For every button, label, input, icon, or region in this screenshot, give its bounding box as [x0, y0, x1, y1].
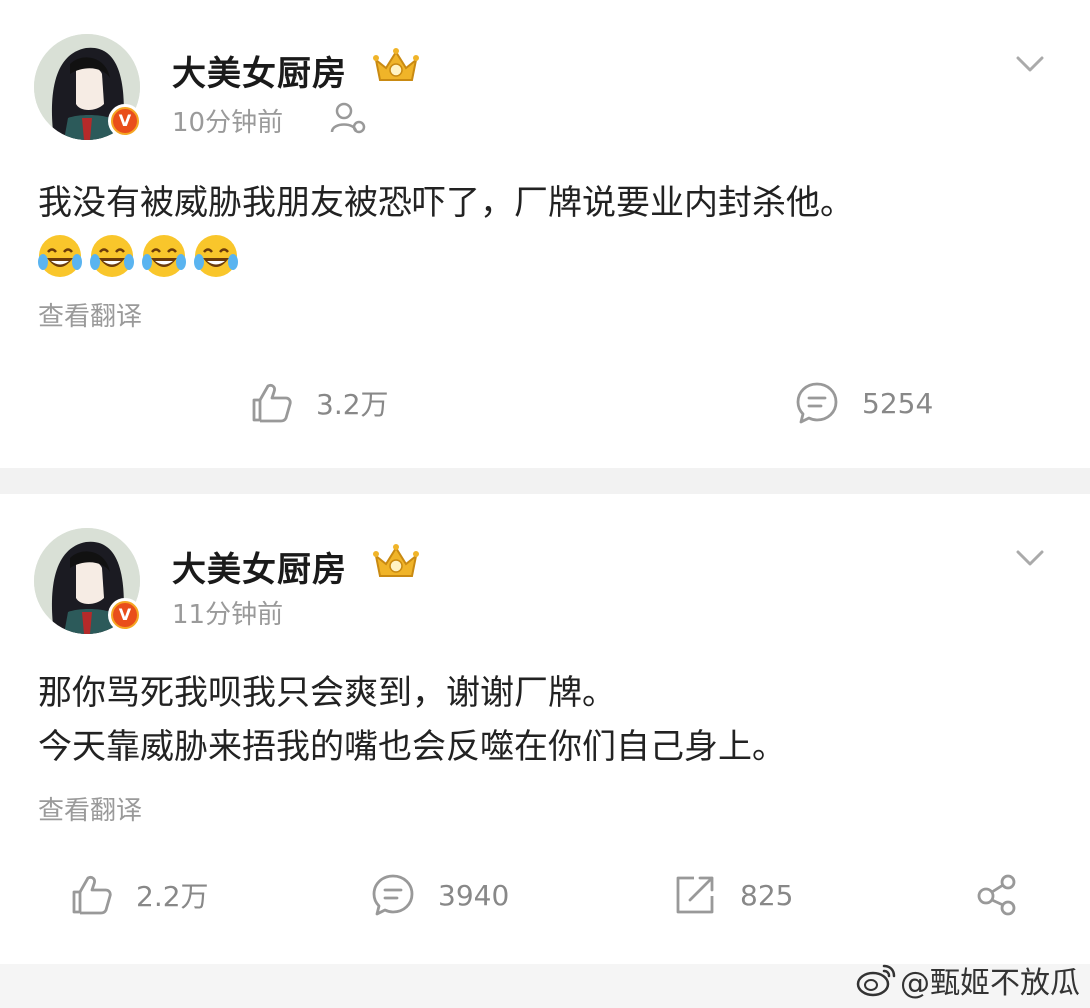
laugh-cry-emoji-icon: [90, 235, 134, 277]
post-content: 我没有被威胁我朋友被恐吓了，厂牌说要业内封杀他。: [38, 176, 1068, 230]
verified-v-icon: V: [113, 603, 137, 627]
comment-icon: [372, 874, 414, 916]
repost-count: 825: [740, 878, 794, 912]
emoji-row: [36, 232, 240, 280]
username[interactable]: 大美女厨房: [172, 542, 347, 591]
share-icon: [977, 874, 1016, 916]
watermark-text: @甄姬不放瓜: [900, 966, 1080, 1001]
content-line: 那你骂死我呗我只会爽到，谢谢厂牌。: [38, 673, 616, 713]
thumbs-up-icon: [72, 875, 112, 915]
verified-badge: V: [108, 104, 142, 138]
repost-button[interactable]: 825: [672, 872, 793, 918]
comment-button[interactable]: 5254: [794, 380, 933, 426]
weibo-logo-icon: [856, 964, 896, 997]
comment-count: 3940: [438, 878, 510, 912]
post-divider: [0, 468, 1090, 494]
view-translation-link[interactable]: 查看翻译: [38, 790, 142, 827]
like-button[interactable]: 2.2万: [68, 872, 209, 918]
verified-v-icon: V: [113, 109, 137, 133]
share-button[interactable]: [974, 872, 1020, 918]
chevron-down-icon[interactable]: [1014, 542, 1046, 574]
like-count: 3.2万: [316, 388, 389, 421]
like-count: 2.2万: [136, 880, 209, 913]
laugh-cry-emoji-icon: [38, 235, 82, 277]
weibo-post-2: V 大美女厨房 11分钟前 那你骂死我呗我只会爽到，谢谢厂牌。 今天靠威胁来捂我…: [0, 494, 1090, 964]
chevron-down-icon[interactable]: [1014, 48, 1046, 80]
laugh-cry-emoji-icon: [142, 235, 186, 277]
crown-icon: [373, 48, 419, 81]
comment-icon: [796, 382, 838, 424]
weibo-post-1: V 大美女厨房 10分钟前 我没有被威胁我朋友被恐吓了，厂牌说要业内封杀他。 查…: [0, 0, 1090, 468]
fans-visibility-icon: [330, 102, 366, 134]
crown-icon: [373, 544, 419, 577]
content-line: 我没有被威胁我朋友被恐吓了，厂牌说要业内封杀他。: [38, 183, 854, 223]
username[interactable]: 大美女厨房: [172, 46, 347, 95]
repost-icon: [676, 876, 714, 914]
content-line: 今天靠威胁来捂我的嘴也会反噬在你们自己身上。: [38, 727, 786, 767]
thumbs-up-icon: [252, 383, 292, 423]
laugh-cry-emoji-icon: [194, 235, 238, 277]
verified-badge: V: [108, 598, 142, 632]
watermark: @甄姬不放瓜: [856, 958, 1080, 1002]
post-time: 11分钟前: [172, 600, 284, 630]
view-translation-link[interactable]: 查看翻译: [38, 296, 142, 333]
comment-count: 5254: [862, 386, 934, 420]
like-button[interactable]: 3.2万: [248, 380, 389, 426]
post-time: 10分钟前: [172, 108, 284, 138]
post-content: 那你骂死我呗我只会爽到，谢谢厂牌。 今天靠威胁来捂我的嘴也会反噬在你们自己身上。: [38, 666, 1068, 774]
comment-button[interactable]: 3940: [370, 872, 509, 918]
